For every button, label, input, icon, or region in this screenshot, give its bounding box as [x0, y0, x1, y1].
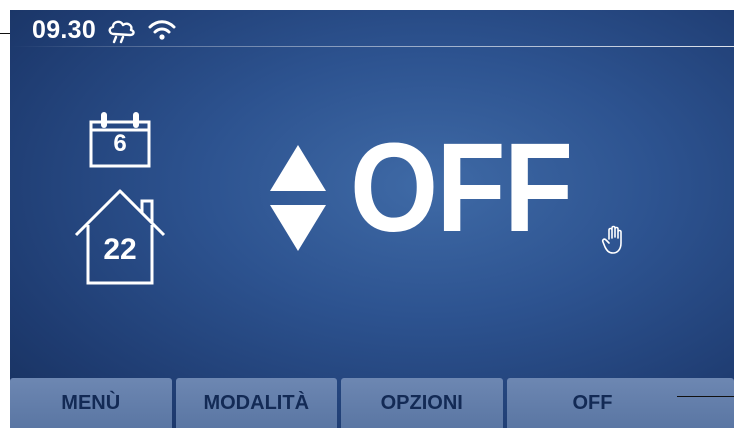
room-temperature: 22: [103, 233, 137, 266]
thermostat-screen: 09.30 6 22 OFF MENÙ MODALITÀ OPZIONI OFF: [10, 10, 734, 428]
program-day-number: 6: [113, 130, 127, 157]
status-bar: 09.30: [10, 10, 734, 50]
bottom-menu-bar: MENÙ MODALITÀ OPZIONI OFF: [10, 378, 734, 428]
options-tab[interactable]: OPZIONI: [341, 378, 503, 428]
hand-icon: [601, 225, 622, 254]
off-tab[interactable]: OFF: [506, 378, 734, 428]
rain-cloud-icon: [106, 16, 138, 44]
menu-tab[interactable]: MENÙ: [10, 378, 172, 428]
status-divider: [10, 46, 734, 47]
mode-tab[interactable]: MODALITÀ: [175, 378, 337, 428]
setpoint-value: OFF: [350, 117, 573, 258]
clock-time: 09.30: [32, 15, 97, 44]
up-down-arrows-icon[interactable]: [268, 143, 328, 253]
callout-line-bottom: [677, 396, 734, 397]
wifi-icon: [148, 18, 176, 42]
